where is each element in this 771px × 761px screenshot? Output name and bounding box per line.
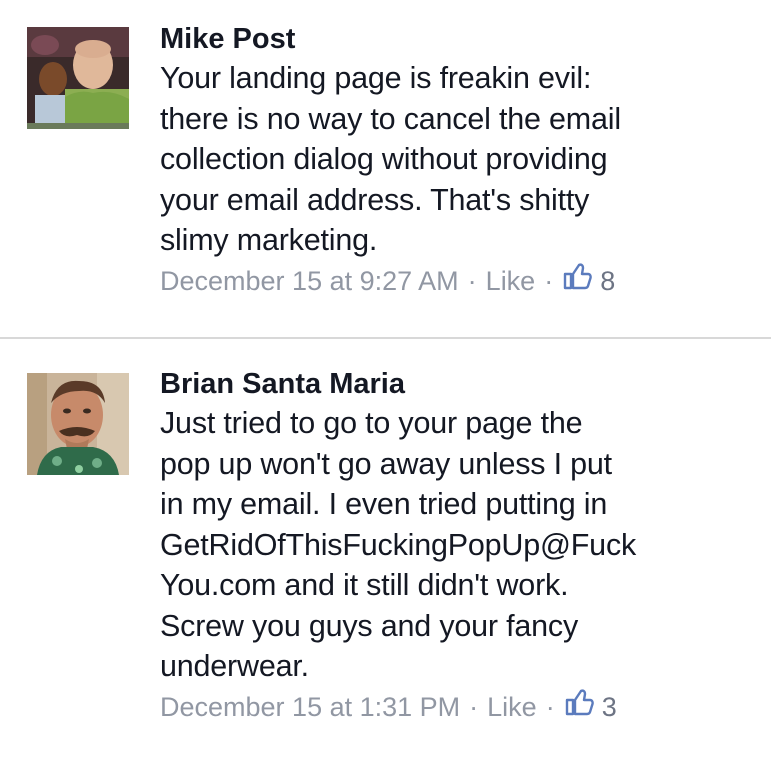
- comment-text-line: GetRidOfThisFuckingPopUp@Fuck: [160, 527, 637, 562]
- divider: [0, 337, 771, 339]
- comment-meta: December 15 at 1:31 PM · Like · 3: [160, 687, 757, 727]
- profile-photo: [27, 373, 129, 475]
- meta-separator: ·: [544, 265, 554, 296]
- avatar[interactable]: [27, 27, 129, 129]
- like-count[interactable]: 8: [600, 261, 615, 301]
- comment-text-line: underwear.: [160, 649, 309, 683]
- avatar[interactable]: [27, 373, 129, 475]
- thumbs-up-icon[interactable]: [562, 261, 593, 301]
- comment: Mike Post Your landing page is freakin e…: [0, 0, 771, 338]
- meta-separator: ·: [467, 265, 477, 296]
- comment-text-line: collection dialog without providing: [160, 142, 608, 176]
- comment-text: Just tried to go to your page the pop up…: [160, 403, 757, 687]
- comment-meta: December 15 at 9:27 AM · Like · 8: [160, 261, 757, 301]
- comment-text-line: slimy marketing.: [160, 223, 378, 257]
- comment-body: Brian Santa Maria Just tried to go to yo…: [160, 365, 757, 727]
- comment-body: Mike Post Your landing page is freakin e…: [160, 20, 757, 301]
- comment-author[interactable]: Brian Santa Maria: [160, 365, 757, 403]
- comment-text-line: Screw you guys and your fancy: [160, 608, 579, 643]
- comment-timestamp[interactable]: December 15 at 1:31 PM: [160, 687, 460, 727]
- like-link[interactable]: Like: [487, 687, 537, 727]
- comment-text-line: in my email. I even tried putting in: [160, 487, 608, 521]
- comment-text-line: Your landing page is freakin evil:: [160, 61, 592, 95]
- thumbs-up-icon[interactable]: [564, 687, 594, 727]
- comment-text-line: there is no way to cancel the email: [160, 101, 621, 136]
- meta-separator: ·: [469, 691, 479, 722]
- comment-timestamp[interactable]: December 15 at 9:27 AM: [160, 261, 459, 301]
- profile-photo: [27, 27, 129, 129]
- comment-text-line: You.com and it still didn't work.: [160, 568, 569, 602]
- like-count[interactable]: 3: [602, 687, 617, 727]
- meta-separator: ·: [545, 691, 555, 722]
- comment-author[interactable]: Mike Post: [160, 20, 757, 58]
- comment-text-line: pop up won't go away unless I put: [160, 446, 612, 481]
- comment-text-line: Just tried to go to your page the: [160, 406, 583, 440]
- like-link[interactable]: Like: [486, 261, 536, 301]
- comment-text: Your landing page is freakin evil: there…: [160, 58, 757, 261]
- comment-text-line: your email address. That's shitty: [160, 182, 590, 217]
- comment: Brian Santa Maria Just tried to go to yo…: [0, 340, 771, 761]
